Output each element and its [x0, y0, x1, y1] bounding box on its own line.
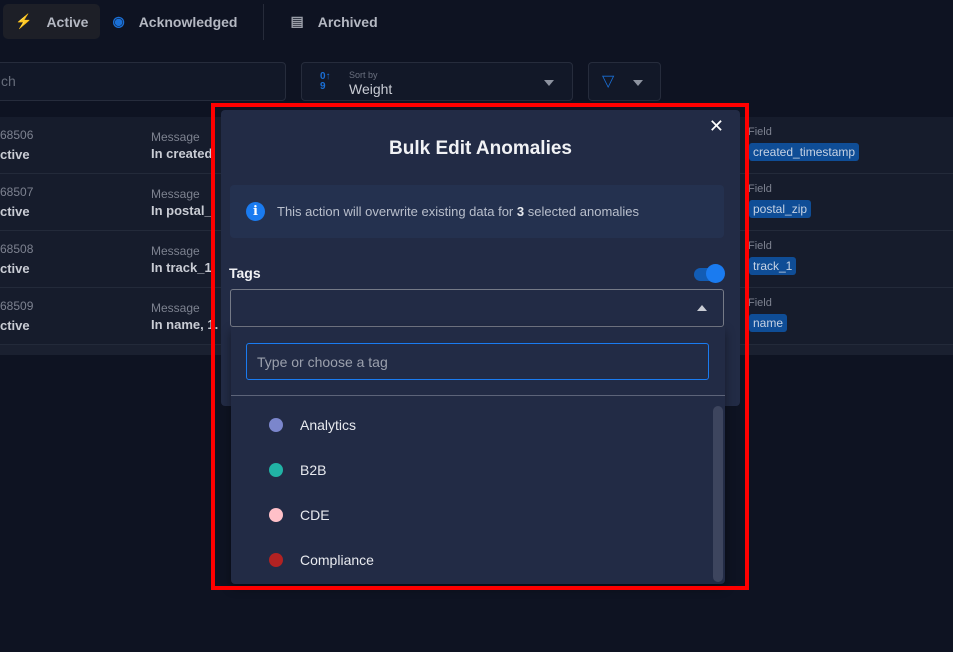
field-label: Field [748, 183, 772, 195]
dropdown-scrollbar[interactable] [713, 406, 723, 582]
field-label: Field [748, 240, 772, 252]
info-text: This action will overwrite existing data… [277, 204, 639, 219]
field-label: Field [748, 297, 772, 309]
sort-numeric-icon: 0↑ 9 [320, 71, 331, 92]
filter-button[interactable]: ▽ [588, 62, 661, 101]
chevron-up-icon [697, 305, 707, 311]
message: In postal_ [151, 203, 212, 218]
message: In track_1, [151, 260, 216, 275]
tags-select[interactable] [230, 289, 724, 327]
option-label: Compliance [300, 552, 374, 568]
divider [263, 3, 265, 40]
tag-color-dot [269, 418, 283, 432]
tag-color-dot [269, 508, 283, 522]
tag-option-cde[interactable]: CDE [269, 507, 330, 523]
chevron-down-icon [633, 80, 643, 86]
info-banner: i This action will overwrite existing da… [230, 185, 724, 238]
eye-icon: ◉ [112, 13, 125, 29]
option-label: B2B [300, 462, 327, 478]
tag-color-dot [269, 553, 283, 567]
tag-color-dot [269, 463, 283, 477]
info-text-pre: This action will overwrite existing data… [277, 204, 517, 219]
modal-title: Bulk Edit Anomalies [389, 138, 572, 159]
field-badge: name [749, 314, 788, 332]
message: In name, 1. [151, 317, 219, 332]
status: ctive [0, 261, 30, 276]
close-icon[interactable]: ✕ [709, 116, 724, 137]
status: ctive [0, 318, 30, 333]
sort-label: Sort by [349, 70, 378, 80]
message-label: Message [151, 301, 200, 315]
anomaly-id: 68506 [0, 128, 34, 142]
anomaly-id: 68509 [0, 299, 34, 313]
tags-toggle[interactable] [694, 264, 725, 283]
tag-option-analytics[interactable]: Analytics [269, 417, 356, 433]
chevron-down-icon [544, 80, 554, 86]
status-tabs: ⚡ Active ◉ Acknowledged ▤ Archived [3, 3, 390, 40]
toggle-knob [706, 264, 725, 283]
info-text-post: selected anomalies [524, 204, 640, 219]
lightning-icon: ⚡ [15, 13, 33, 29]
field-badge: created_timestamp [749, 143, 860, 161]
tag-option-compliance[interactable]: Compliance [269, 552, 374, 568]
sort-value: Weight [349, 81, 393, 97]
tag-option-b2b[interactable]: B2B [269, 462, 326, 478]
anomaly-id: 68508 [0, 242, 34, 256]
message-label: Message [151, 187, 200, 201]
tags-dropdown: Type or choose a tag Analytics B2B CDE C… [231, 327, 725, 584]
info-icon: i [246, 202, 265, 221]
field-label: Field [748, 126, 772, 138]
field-badge: postal_zip [749, 200, 812, 218]
tags-label: Tags [229, 265, 261, 281]
field-badge: track_1 [749, 257, 797, 275]
divider [231, 395, 725, 396]
filter-icon: ▽ [602, 73, 615, 90]
anomaly-id: 68507 [0, 185, 34, 199]
tab-acknowledged[interactable]: ◉ Acknowledged [100, 4, 249, 39]
sort-select[interactable]: 0↑ 9 Sort by Weight [301, 62, 573, 101]
status: ctive [0, 147, 30, 162]
search-input[interactable]: ch [0, 62, 286, 101]
archive-icon: ▤ [290, 13, 304, 29]
option-label: CDE [300, 507, 330, 523]
status: ctive [0, 204, 30, 219]
tag-search-input[interactable]: Type or choose a tag [246, 343, 709, 380]
message-label: Message [151, 130, 200, 144]
tab-active[interactable]: ⚡ Active [3, 4, 101, 39]
tab-archived[interactable]: ▤ Archived [278, 4, 389, 39]
message-label: Message [151, 244, 200, 258]
message: In created [151, 146, 213, 161]
option-label: Analytics [300, 417, 357, 433]
